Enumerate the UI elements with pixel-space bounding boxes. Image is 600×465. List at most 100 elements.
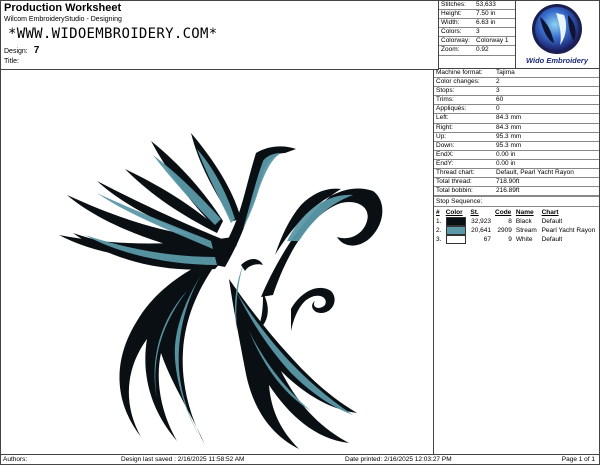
table-row: 3. 67 9 White Default	[434, 235, 599, 245]
machine-label: Total thread:	[436, 178, 472, 186]
stat-value: 3	[476, 28, 480, 36]
machine-value: 216.89ft	[496, 187, 520, 195]
machine-value: 60	[496, 96, 504, 104]
machine-label: Color changes:	[436, 78, 480, 86]
stop-code: 8	[508, 218, 512, 226]
design-preview	[1, 69, 434, 454]
table-row: 2. 20,641 2909 Stream Pearl Yacht Rayon	[434, 226, 599, 236]
machine-row: Left: 84.3 mm	[434, 114, 599, 124]
machine-row: EndX: 0.00 in	[434, 151, 599, 160]
machine-value: 2	[496, 78, 500, 86]
machine-label: Thread chart:	[436, 169, 475, 177]
col-header-name: Name	[515, 208, 534, 216]
date-printed-text: Date printed: 2/16/2025 12:03:27 PM	[345, 456, 452, 463]
stat-label: Width:	[441, 19, 460, 27]
color-swatch-cell	[444, 217, 469, 227]
color-swatch-cell	[444, 235, 469, 245]
stat-row: Height: 7.50 in	[439, 10, 515, 20]
machine-value: 3	[496, 87, 500, 95]
stop-stitches: 20,641	[471, 227, 492, 235]
app-subtitle: Wilcom EmbroideryStudio - Designing	[4, 16, 122, 23]
stop-name: Stream	[515, 227, 537, 235]
stop-code: 9	[508, 236, 512, 244]
design-row: Design: 7	[4, 45, 39, 56]
stat-value: 7.50 in	[476, 10, 496, 18]
machine-label: Total bobbin:	[436, 187, 473, 195]
stop-chart: Default	[541, 218, 563, 226]
last-saved-text: Design last saved : 2/16/2025 11:58:52 A…	[121, 456, 245, 463]
stop-sequence-label: Stop Sequence:	[434, 196, 599, 208]
machine-value: Tajima	[496, 69, 515, 76]
logo-emblem-icon: Wido Embroidery	[526, 4, 589, 65]
stats-panel: Stitches: 53,633 Height: 7.50 in Width: 6.6…	[439, 1, 516, 69]
machine-value: 0.00 in	[496, 159, 516, 167]
machine-label: Appliqués:	[436, 105, 467, 113]
brand-logo: Wido Embroidery	[516, 1, 599, 69]
machine-row: Up: 95.3 mm	[434, 133, 599, 142]
col-header-num: #	[436, 208, 440, 216]
worksheet-header: Production Worksheet Wilcom EmbroiderySt…	[1, 1, 439, 70]
stat-label: Height:	[441, 10, 462, 18]
stat-row: Colorway: Colorway 1	[439, 37, 515, 47]
machine-label: Left:	[436, 114, 449, 122]
machine-label: Down:	[436, 141, 455, 149]
stat-label: Zoom:	[441, 46, 460, 54]
machine-label: Right:	[436, 123, 453, 131]
color-swatch	[445, 235, 466, 245]
stop-chart: Pearl Yacht Rayon	[541, 227, 596, 235]
machine-row: Right: 84.3 mm	[434, 124, 599, 133]
page-number-text: Page 1 of 1	[561, 456, 595, 463]
stat-value: 6.63 in	[476, 19, 496, 27]
stop-num: 1.	[436, 218, 442, 226]
machine-row: Total thread: 718.90ft	[434, 178, 599, 188]
machine-label: Machine format:	[436, 69, 483, 76]
stat-value: 53,633	[476, 1, 496, 8]
machine-row: EndY: 0.00 in	[434, 159, 599, 170]
color-swatch	[445, 226, 466, 236]
machine-value: 0	[496, 105, 500, 113]
machine-row: Trims: 60	[434, 96, 599, 106]
machine-label: EndY:	[436, 159, 454, 167]
machine-value: 84.3 mm	[496, 114, 522, 122]
machine-row: Stops: 3	[434, 87, 599, 97]
stop-name: White	[515, 236, 533, 244]
stop-num: 3.	[436, 236, 442, 244]
col-header-chart: Chart	[541, 208, 559, 216]
machine-value: 95.3 mm	[496, 141, 522, 149]
machine-label: EndX:	[436, 150, 454, 158]
stop-name: Black	[515, 218, 532, 226]
machine-label: Up:	[436, 132, 447, 140]
worksheet-footer: Authors: Design last saved : 2/16/2025 1…	[1, 454, 599, 465]
stat-row: Colors: 3	[439, 28, 515, 38]
stat-value: 0.92	[476, 46, 489, 54]
machine-row: Color changes: 2	[434, 78, 599, 88]
machine-row: Down: 95.3 mm	[434, 142, 599, 151]
production-worksheet: Production Worksheet Wilcom EmbroiderySt…	[0, 0, 600, 465]
machine-label: Trims:	[436, 96, 454, 104]
machine-value: Default, Pearl Yacht Rayon	[496, 169, 574, 177]
stop-chart: Default	[541, 236, 563, 244]
stop-stitches: 67	[483, 236, 492, 244]
stat-label: Stitches:	[441, 1, 466, 8]
machine-value: 0.00 in	[496, 150, 516, 158]
col-header-code: Code	[495, 208, 512, 216]
machine-label: Stops:	[436, 87, 455, 95]
stop-num: 2.	[436, 227, 442, 235]
color-swatch	[445, 217, 466, 227]
stat-label: Colors:	[441, 28, 462, 36]
table-row: 1. 32,923 8 Black Default	[434, 217, 599, 227]
machine-row: Appliqués: 0	[434, 105, 599, 115]
stat-value: Colorway 1	[476, 37, 509, 45]
table-header-row: # Color St. Code Name Chart	[434, 207, 599, 217]
design-label: Design:	[4, 48, 28, 55]
stop-stitches: 32,923	[471, 218, 492, 226]
stat-label: Colorway:	[441, 37, 470, 45]
logo-text: Wido Embroidery	[526, 56, 589, 65]
authors-label: Authors:	[3, 456, 28, 463]
col-header-stitches: St.	[470, 208, 479, 216]
col-header-color: Color	[445, 208, 463, 216]
machine-value: 84.3 mm	[496, 123, 522, 131]
color-swatch-cell	[444, 226, 469, 236]
machine-value: 95.3 mm	[496, 132, 522, 140]
worksheet-title: Production Worksheet	[4, 2, 122, 14]
